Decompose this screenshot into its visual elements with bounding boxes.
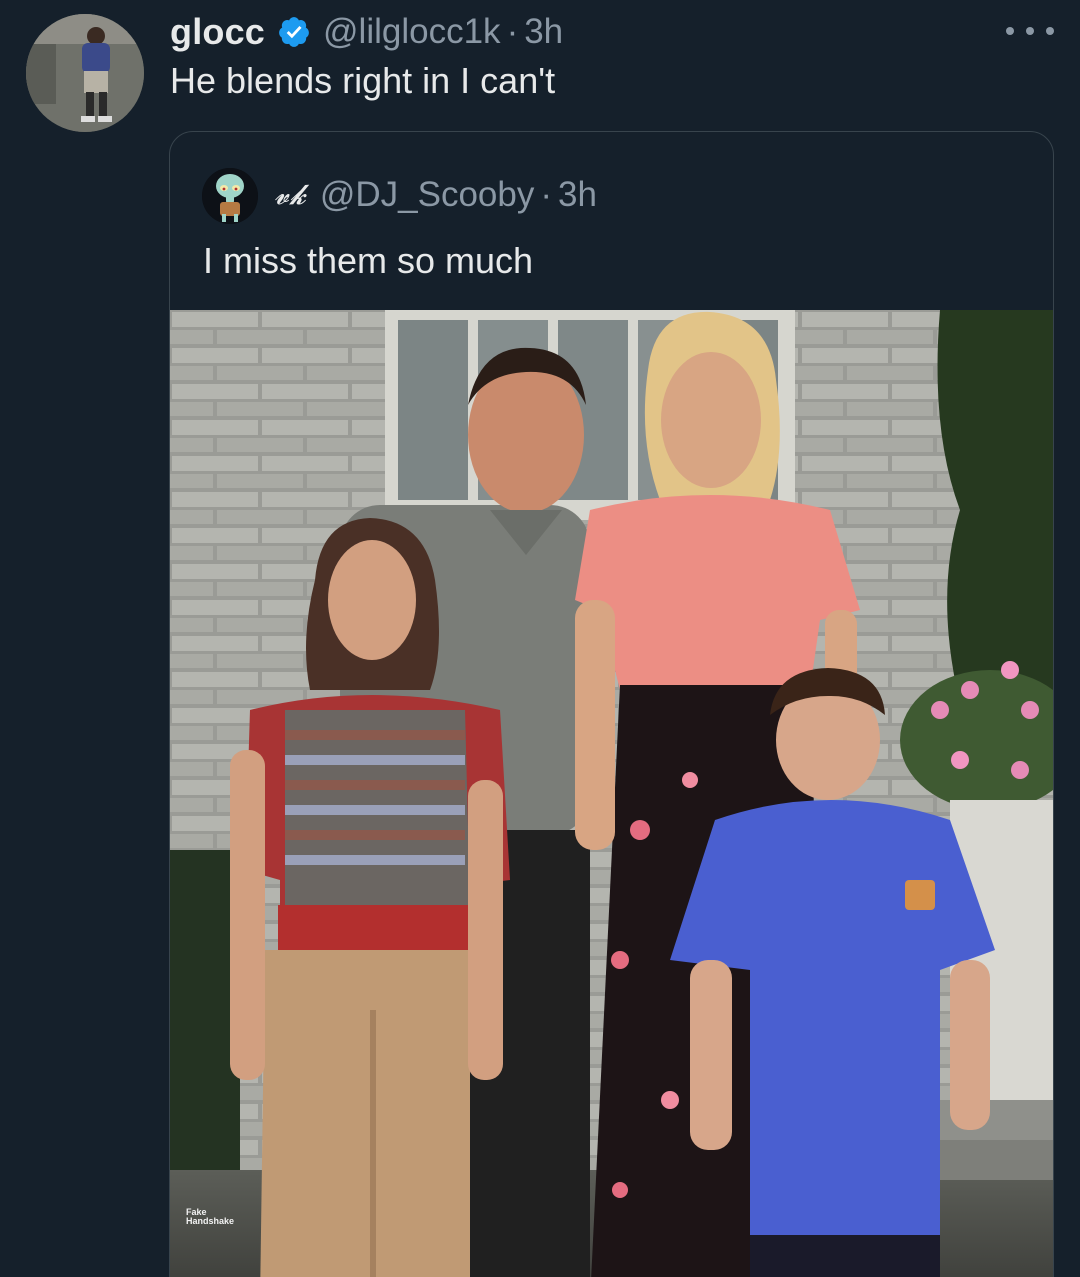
quoted-user-handle[interactable]: @DJ_Scooby xyxy=(320,175,535,215)
separator-dot: · xyxy=(506,12,519,51)
display-name[interactable]: glocc xyxy=(170,11,265,53)
timestamp[interactable]: 3h xyxy=(524,12,563,52)
user-avatar[interactable] xyxy=(26,14,144,132)
quoted-tweet-header: 𝓿𝓴 @DJ_Scooby · 3h xyxy=(274,170,597,220)
image-watermark: Fake Handshake xyxy=(186,1207,235,1226)
user-handle[interactable]: @lilglocc1k xyxy=(323,12,501,52)
user-avatar-image xyxy=(26,14,144,132)
squidward-avatar[interactable] xyxy=(202,168,258,224)
tweet-text: He blends right in I can't xyxy=(170,60,556,101)
quoted-tweet-photo[interactable]: Fake Handshake xyxy=(170,310,1053,1277)
more-options-icon[interactable] xyxy=(1006,18,1054,44)
quoted-timestamp[interactable]: 3h xyxy=(558,175,597,215)
verified-badge-icon xyxy=(277,15,311,49)
quoted-tweet-card[interactable]: 𝓿𝓴 @DJ_Scooby · 3h I miss them so much F… xyxy=(169,131,1054,1277)
more-dot xyxy=(1026,27,1034,35)
separator-dot: · xyxy=(540,175,553,214)
quoted-display-name[interactable]: 𝓿𝓴 xyxy=(274,178,306,212)
squidward-avatar-image xyxy=(202,168,258,224)
more-dot xyxy=(1006,27,1014,35)
tweet-header: glocc @lilglocc1k · 3h xyxy=(170,8,563,56)
quoted-tweet-text: I miss them so much xyxy=(203,240,534,281)
family-photo-illustration xyxy=(170,310,1053,1277)
more-dot xyxy=(1046,27,1054,35)
